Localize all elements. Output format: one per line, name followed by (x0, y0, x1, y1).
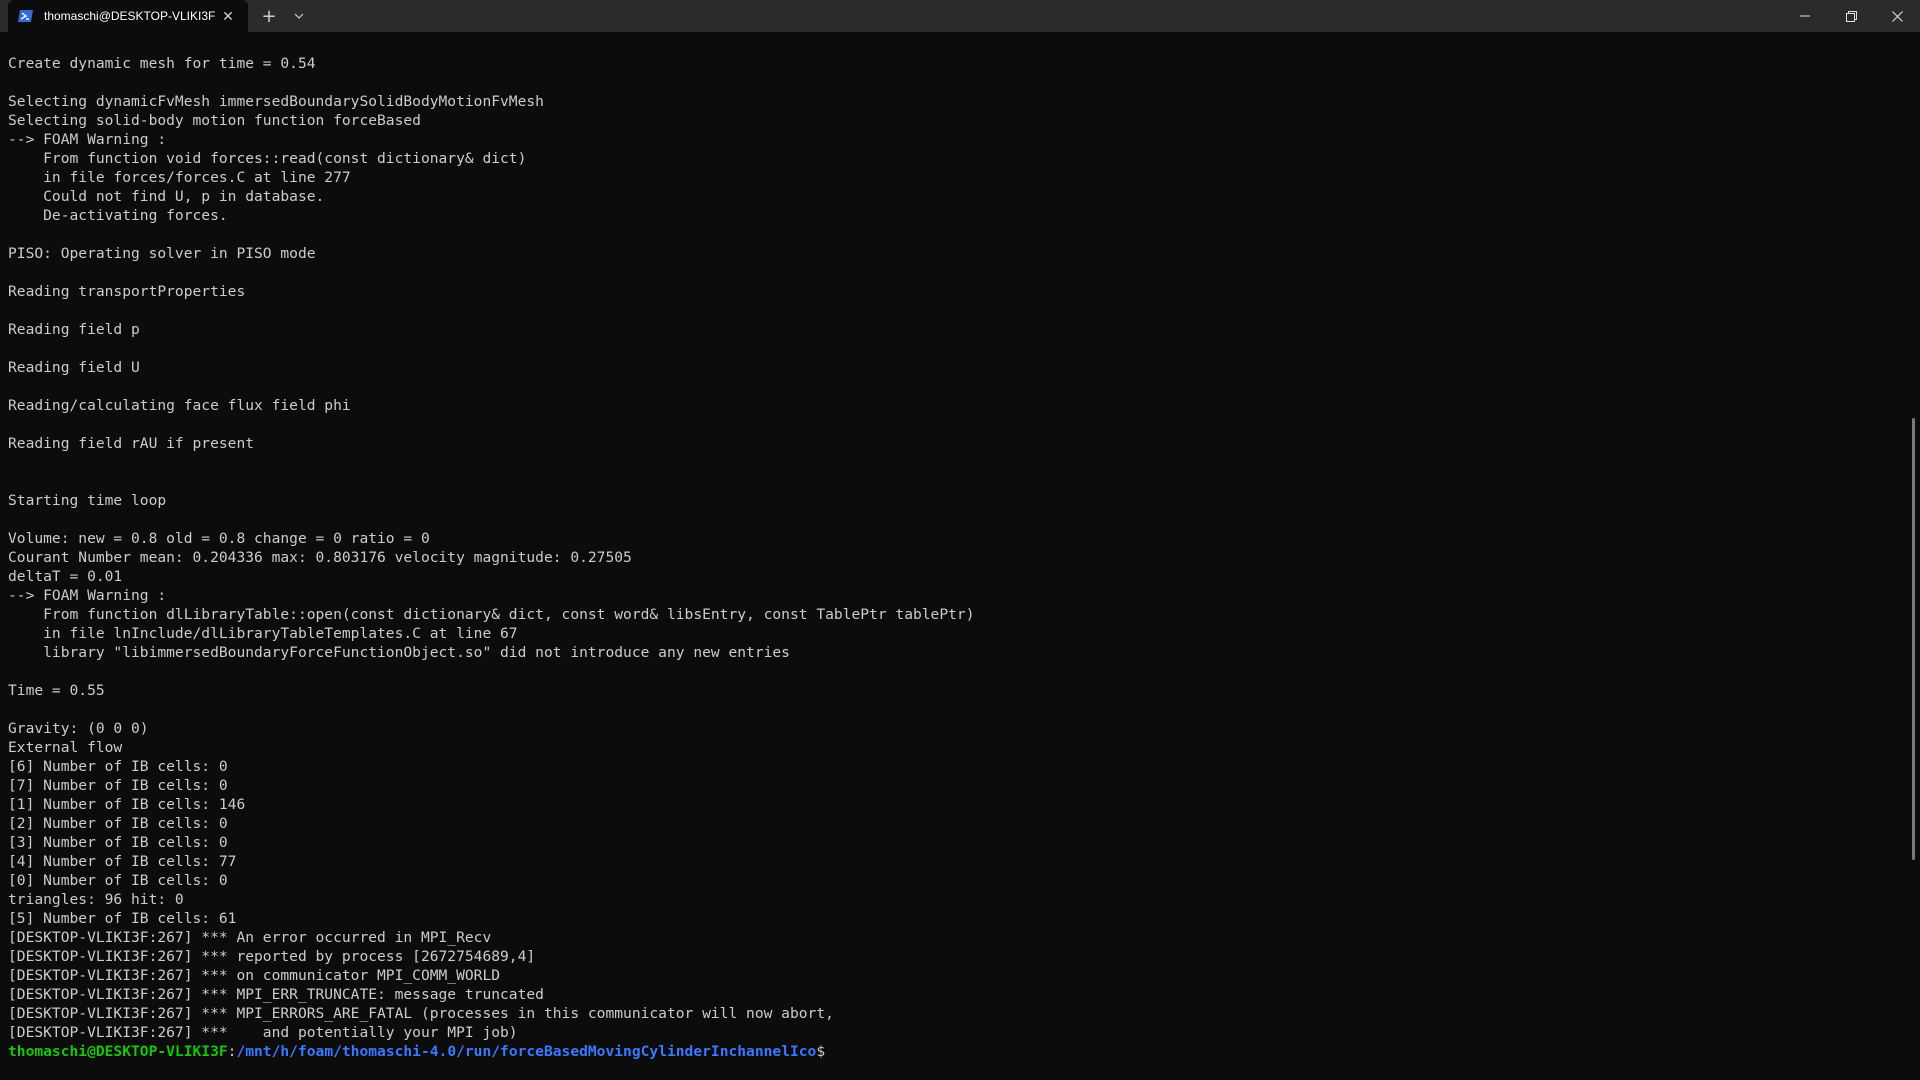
text-cursor (825, 1043, 834, 1059)
terminal-line: [DESKTOP-VLIKI3F:267] *** and potentiall… (8, 1024, 518, 1041)
terminal-line: Create dynamic mesh for time = 0.54 (8, 55, 316, 72)
terminal-tab[interactable]: thomaschi@DESKTOP-VLIKI3F ✕ (8, 0, 248, 32)
terminal-line: From function dlLibraryTable::open(const… (8, 606, 975, 623)
terminal-line: [2] Number of IB cells: 0 (8, 815, 228, 832)
close-window-button[interactable] (1874, 0, 1920, 32)
close-tab-icon[interactable]: ✕ (218, 6, 238, 26)
terminal-line: --> FOAM Warning : (8, 587, 167, 604)
terminal-line: De-activating forces. (8, 207, 228, 224)
terminal-line: Reading transportProperties (8, 283, 246, 300)
prompt-line[interactable]: thomaschi@DESKTOP-VLIKI3F:/mnt/h/foam/th… (0, 1042, 1906, 1061)
terminal-line: [1] Number of IB cells: 146 (8, 796, 246, 813)
terminal-line: [7] Number of IB cells: 0 (8, 777, 228, 794)
restore-icon (1845, 10, 1857, 22)
tab-title: thomaschi@DESKTOP-VLIKI3F (44, 9, 216, 23)
terminal-line: Time = 0.55 (8, 682, 105, 699)
minimize-button[interactable] (1782, 0, 1828, 32)
terminal-line: [3] Number of IB cells: 0 (8, 834, 228, 851)
terminal-line: [DESKTOP-VLIKI3F:267] *** reported by pr… (8, 948, 536, 965)
terminal-output[interactable]: Create dynamic mesh for time = 0.54 Selec… (0, 54, 1906, 1074)
minimize-icon (1800, 15, 1810, 17)
terminal-line: [DESKTOP-VLIKI3F:267] *** MPI_ERRORS_ARE… (8, 1005, 834, 1022)
prompt-path: /mnt/h/foam/thomaschi-4.0/run/forceBased… (236, 1043, 817, 1060)
terminal-line: Reading field p (8, 321, 140, 338)
restore-button[interactable] (1828, 0, 1874, 32)
scrollbar[interactable] (1908, 32, 1920, 1080)
powershell-icon (18, 8, 34, 24)
new-tab-button[interactable]: + (254, 0, 284, 32)
terminal-line: [DESKTOP-VLIKI3F:267] *** An error occur… (8, 929, 492, 946)
terminal-line: From function void forces::read(const di… (8, 150, 527, 167)
terminal-line: PISO: Operating solver in PISO mode (8, 245, 316, 262)
terminal-line: External flow (8, 739, 123, 756)
terminal-line: Selecting solid-body motion function for… (8, 112, 421, 129)
terminal-line: Starting time loop (8, 492, 167, 509)
terminal-line: Volume: new = 0.8 old = 0.8 change = 0 r… (8, 530, 430, 547)
terminal-line: triangles: 96 hit: 0 (8, 891, 184, 908)
terminal-line: Reading field rAU if present (8, 435, 255, 452)
terminal-line: deltaT = 0.01 (8, 568, 123, 585)
titlebar-drag-region[interactable] (314, 0, 1782, 32)
terminal-line: Gravity: (0 0 0) (8, 720, 149, 737)
terminal-line: Could not find U, p in database. (8, 188, 325, 205)
tab-dropdown-icon[interactable] (284, 0, 314, 32)
terminal-line: Reading field U (8, 359, 140, 376)
terminal-line: in file forces/forces.C at line 277 (8, 169, 351, 186)
terminal-line: Reading/calculating face flux field phi (8, 397, 351, 414)
terminal-line: [5] Number of IB cells: 61 (8, 910, 237, 927)
terminal-line: in file lnInclude/dlLibraryTableTemplate… (8, 625, 518, 642)
terminal-line: library "libimmersedBoundaryForceFunctio… (8, 644, 790, 661)
terminal-line: Courant Number mean: 0.204336 max: 0.803… (8, 549, 632, 566)
terminal-line: [DESKTOP-VLIKI3F:267] *** on communicato… (8, 967, 501, 984)
title-bar: thomaschi@DESKTOP-VLIKI3F ✕ + (0, 0, 1920, 32)
terminal-line: [0] Number of IB cells: 0 (8, 872, 228, 889)
terminal-line: [6] Number of IB cells: 0 (8, 758, 228, 775)
scrollbar-thumb[interactable] (1912, 418, 1915, 860)
prompt-symbol: $ (816, 1043, 826, 1060)
terminal-line: [4] Number of IB cells: 77 (8, 853, 237, 870)
prompt-user-host: thomaschi@DESKTOP-VLIKI3F (8, 1043, 228, 1060)
close-icon (1891, 10, 1903, 22)
terminal-line: Selecting dynamicFvMesh immersedBoundary… (8, 93, 544, 110)
terminal-line: --> FOAM Warning : (8, 131, 167, 148)
terminal-line: [DESKTOP-VLIKI3F:267] *** MPI_ERR_TRUNCA… (8, 986, 544, 1003)
